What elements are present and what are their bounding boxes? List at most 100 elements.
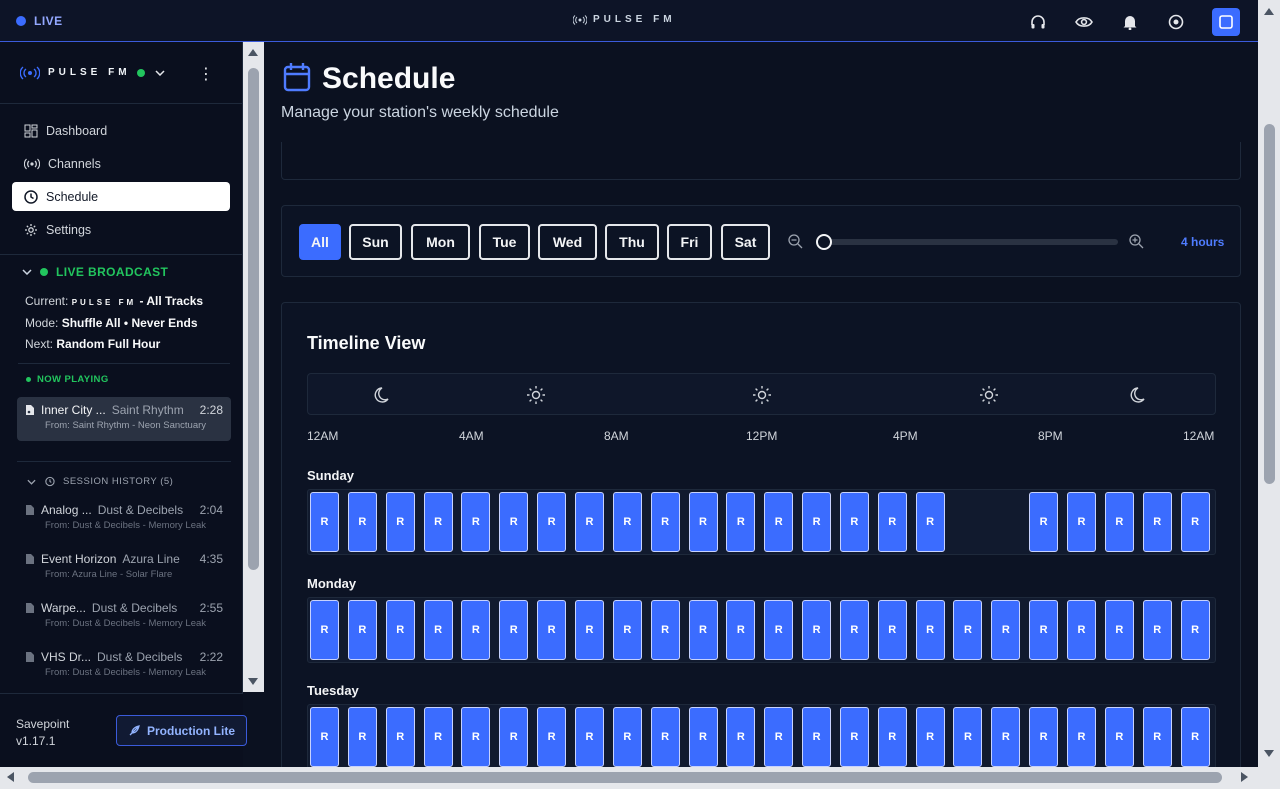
schedule-block[interactable]: R — [574, 600, 604, 660]
schedule-block[interactable]: R — [461, 492, 491, 552]
sidebar-item-settings[interactable]: Settings — [12, 215, 230, 244]
schedule-block[interactable]: R — [1142, 600, 1172, 660]
schedule-block[interactable]: R — [1180, 492, 1210, 552]
schedule-block[interactable]: R — [802, 707, 832, 767]
schedule-block[interactable]: R — [574, 707, 604, 767]
schedule-block[interactable]: R — [537, 492, 567, 552]
schedule-block[interactable]: R — [650, 600, 680, 660]
schedule-block[interactable]: R — [764, 492, 794, 552]
schedule-block[interactable]: R — [726, 492, 756, 552]
schedule-block[interactable]: R — [726, 707, 756, 767]
day-filter-sun[interactable]: Sun — [349, 224, 402, 260]
day-filter-tue[interactable]: Tue — [479, 224, 530, 260]
plan-button[interactable]: Production Lite — [116, 715, 247, 746]
schedule-block[interactable]: R — [537, 707, 567, 767]
schedule-block[interactable]: R — [1067, 600, 1096, 660]
more-vertical-icon[interactable]: ⋮ — [198, 64, 214, 84]
schedule-block[interactable]: R — [1104, 492, 1134, 552]
schedule-block[interactable]: R — [1180, 707, 1210, 767]
schedule-block[interactable]: R — [688, 600, 718, 660]
schedule-block[interactable]: R — [1029, 707, 1059, 767]
schedule-block[interactable]: R — [1142, 707, 1172, 767]
sidebar-brand[interactable]: PULSE FM ⋮ — [0, 42, 242, 104]
schedule-block[interactable]: R — [423, 492, 453, 552]
schedule-block[interactable]: R — [839, 600, 869, 660]
schedule-block[interactable]: R — [385, 707, 415, 767]
schedule-block[interactable]: R — [310, 707, 339, 767]
schedule-block[interactable]: R — [764, 707, 794, 767]
bell-icon[interactable] — [1120, 12, 1140, 32]
schedule-block[interactable]: R — [612, 600, 642, 660]
schedule-block[interactable]: R — [385, 600, 415, 660]
chevron-down-icon[interactable] — [155, 69, 165, 76]
schedule-block[interactable]: R — [1104, 707, 1134, 767]
schedule-block[interactable]: R — [802, 600, 832, 660]
schedule-block[interactable]: R — [385, 492, 415, 552]
schedule-block[interactable]: R — [877, 492, 907, 552]
schedule-block[interactable]: R — [499, 492, 529, 552]
schedule-block[interactable]: R — [839, 492, 869, 552]
list-item[interactable]: Warpe... Dust & Decibels 2:55 From: Dust… — [17, 597, 231, 646]
page-scroll-thumb[interactable] — [1264, 124, 1275, 484]
now-playing-card[interactable]: Inner City ... Saint Rhythm 2:28 From: S… — [17, 397, 231, 441]
list-item[interactable]: Analog ... Dust & Decibels 2:04 From: Du… — [17, 499, 231, 548]
schedule-block[interactable]: R — [953, 707, 983, 767]
schedule-block[interactable]: R — [423, 600, 453, 660]
schedule-block[interactable]: R — [310, 600, 339, 660]
schedule-block[interactable]: R — [499, 600, 529, 660]
schedule-block[interactable]: R — [877, 707, 907, 767]
schedule-block[interactable]: R — [612, 492, 642, 552]
schedule-block[interactable]: R — [347, 600, 377, 660]
schedule-block[interactable]: R — [1180, 600, 1210, 660]
day-filter-mon[interactable]: Mon — [411, 224, 470, 260]
schedule-block[interactable]: R — [423, 707, 453, 767]
square-icon[interactable] — [1212, 8, 1240, 36]
schedule-block[interactable]: R — [726, 600, 756, 660]
sidebar-item-dashboard[interactable]: Dashboard — [12, 116, 230, 145]
schedule-block[interactable]: R — [347, 707, 377, 767]
schedule-block[interactable]: R — [310, 492, 339, 552]
schedule-block[interactable]: R — [574, 492, 604, 552]
zoom-in-icon[interactable] — [1129, 234, 1144, 249]
schedule-block[interactable]: R — [991, 600, 1021, 660]
page-horizontal-scrollbar[interactable] — [0, 767, 1258, 789]
day-filter-thu[interactable]: Thu — [605, 224, 659, 260]
schedule-block[interactable]: R — [688, 707, 718, 767]
schedule-block[interactable]: R — [953, 600, 983, 660]
schedule-block[interactable]: R — [915, 492, 945, 552]
schedule-block[interactable]: R — [839, 707, 869, 767]
schedule-block[interactable]: R — [1142, 492, 1172, 552]
page-vertical-scrollbar[interactable] — [1258, 0, 1280, 767]
target-icon[interactable] — [1166, 12, 1186, 32]
schedule-block[interactable]: R — [915, 707, 945, 767]
zoom-slider[interactable] — [816, 234, 1118, 250]
zoom-slider-handle[interactable] — [816, 234, 832, 250]
schedule-block[interactable]: R — [1104, 600, 1134, 660]
headphones-icon[interactable] — [1028, 12, 1048, 32]
day-filter-fri[interactable]: Fri — [667, 224, 712, 260]
schedule-block[interactable]: R — [764, 600, 794, 660]
schedule-block[interactable]: R — [802, 492, 832, 552]
sidebar-scroll-thumb[interactable] — [248, 68, 259, 570]
schedule-block[interactable]: R — [877, 600, 907, 660]
day-filter-wed[interactable]: Wed — [538, 224, 597, 260]
schedule-block[interactable]: R — [650, 707, 680, 767]
sidebar-item-channels[interactable]: Channels — [12, 149, 230, 178]
list-item[interactable]: Event Horizon Azura Line 4:35 From: Azur… — [17, 548, 231, 597]
day-filter-all[interactable]: All — [299, 224, 341, 260]
schedule-block[interactable]: R — [1067, 492, 1096, 552]
day-filter-sat[interactable]: Sat — [721, 224, 770, 260]
zoom-out-icon[interactable] — [788, 234, 803, 249]
schedule-block[interactable]: R — [461, 707, 491, 767]
schedule-block[interactable]: R — [1029, 600, 1059, 660]
schedule-block[interactable]: R — [537, 600, 567, 660]
schedule-block[interactable]: R — [991, 707, 1021, 767]
session-history-header[interactable]: SESSION HISTORY (5) — [17, 461, 231, 487]
list-item[interactable]: VHS Dr... Dust & Decibels 2:22 From: Dus… — [17, 646, 231, 695]
schedule-block[interactable]: R — [688, 492, 718, 552]
schedule-block[interactable]: R — [1029, 492, 1059, 552]
page-hscroll-thumb[interactable] — [28, 772, 1222, 783]
schedule-block[interactable]: R — [1067, 707, 1096, 767]
schedule-block[interactable]: R — [461, 600, 491, 660]
sidebar-scrollbar[interactable] — [243, 42, 264, 692]
